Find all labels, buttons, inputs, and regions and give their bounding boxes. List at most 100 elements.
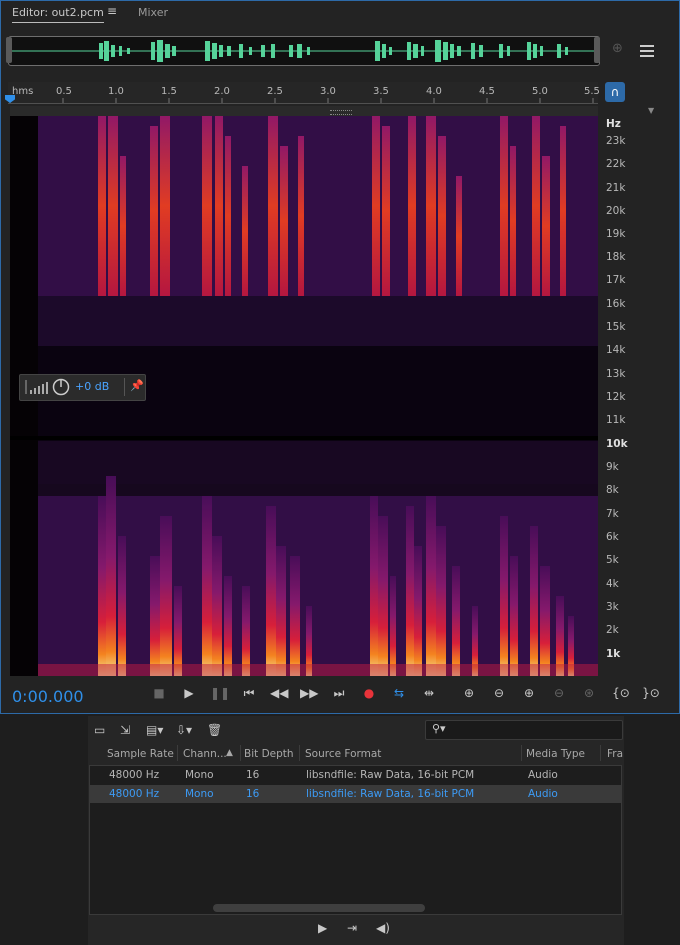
hz-label: 9k — [606, 461, 619, 473]
scrollbar-grip[interactable] — [330, 110, 352, 115]
hz-label: 23k — [606, 135, 626, 147]
table-row-selected[interactable]: 48000 Hz Mono 16 libsndfile: Raw Data, 1… — [90, 785, 621, 803]
loop-icon[interactable]: ⇥ — [347, 921, 357, 935]
scroll-arrow-icon[interactable]: ▼ — [648, 106, 654, 115]
auto-play-icon[interactable]: ◀) — [376, 921, 390, 935]
column-header[interactable]: Bit Depth — [244, 748, 294, 760]
zoom-out-amplitude-icon[interactable]: ⊖ — [490, 686, 508, 700]
hz-label: 17k — [606, 274, 626, 286]
pin-icon[interactable]: 📌 — [130, 379, 144, 392]
hz-label: 10k — [606, 438, 628, 450]
skip-forward-icon[interactable]: ⏭ — [330, 686, 348, 701]
hz-label: 4k — [606, 578, 619, 590]
zoom-in-amplitude-icon[interactable]: ⊕ — [460, 686, 478, 700]
table-row[interactable]: 48000 Hz Mono 16 libsndfile: Raw Data, 1… — [90, 766, 621, 784]
hz-label: 6k — [606, 531, 619, 543]
hz-label: 13k — [606, 368, 626, 380]
waveform-overview-graph — [9, 40, 599, 62]
zoom-in-selection-icon[interactable]: {⊙ — [612, 686, 630, 700]
tab-mixer[interactable]: Mixer — [138, 6, 168, 19]
time-ruler[interactable]: hms 0.5 1.0 1.5 2.0 2.5 3.0 3.5 4.0 4.5 … — [8, 82, 600, 104]
zoom-full-icon[interactable]: ⊛ — [580, 686, 598, 700]
cell-channels: Mono — [185, 769, 214, 781]
list-icon[interactable] — [640, 42, 654, 61]
tab-editor[interactable]: Editor: out2.pcm — [12, 6, 104, 23]
hz-label: 11k — [606, 414, 626, 426]
waveform-overview[interactable] — [8, 36, 600, 66]
hz-label: 20k — [606, 205, 626, 217]
snap-magnet-icon[interactable]: ∩ — [605, 82, 625, 102]
ruler-baseline — [8, 103, 598, 104]
zoom-out-time-icon[interactable]: ⊖ — [550, 686, 568, 700]
files-table[interactable]: 48000 Hz Mono 16 libsndfile: Raw Data, 1… — [89, 765, 622, 915]
column-header[interactable]: Source Format — [305, 748, 381, 760]
cell-sample-rate: 48000 Hz — [109, 788, 160, 800]
skip-back-icon[interactable]: ⏮ — [240, 686, 258, 701]
hz-label: 19k — [606, 228, 626, 240]
column-divider[interactable] — [521, 745, 522, 761]
stop-icon[interactable]: ■ — [150, 686, 168, 700]
hz-label: 16k — [606, 298, 626, 310]
hz-label: 3k — [606, 601, 619, 613]
zoom-in-time-icon[interactable]: ⊕ — [520, 686, 538, 700]
rewind-icon[interactable]: ◀◀ — [270, 686, 288, 700]
column-header[interactable]: Sample Rate — [107, 748, 174, 760]
cell-source-format: libsndfile: Raw Data, 16-bit PCM — [306, 769, 475, 781]
hz-label: 2k — [606, 624, 619, 636]
column-divider[interactable] — [600, 745, 601, 761]
hz-label: 22k — [606, 158, 626, 170]
zoom-icon[interactable]: ⊕ — [612, 41, 623, 56]
column-divider[interactable] — [299, 745, 300, 761]
zoom-out-selection-icon[interactable]: }⊙ — [642, 686, 660, 700]
gain-value[interactable]: +0 dB — [75, 380, 109, 393]
record-icon[interactable]: ● — [360, 686, 378, 700]
hz-label: 1k — [606, 648, 621, 660]
hud-gain-control[interactable]: +0 dB 📌 — [19, 374, 146, 401]
cell-sample-rate: 48000 Hz — [109, 769, 160, 781]
pause-icon[interactable]: ❚❚ — [210, 686, 230, 700]
tab-menu-icon[interactable]: ≡ — [107, 4, 117, 18]
horizontal-scrollbar[interactable] — [213, 904, 425, 912]
cell-bit-depth: 16 — [246, 769, 260, 781]
trash-icon[interactable]: 🗑 — [207, 723, 222, 737]
sort-arrow-icon[interactable]: ▲ — [226, 748, 233, 758]
hz-label: 12k — [606, 391, 626, 403]
insert-icon[interactable]: ▤▾ — [146, 723, 163, 737]
column-divider[interactable] — [240, 745, 241, 761]
hz-label: 5k — [606, 554, 619, 566]
hz-label: 18k — [606, 251, 626, 263]
signal-bars-icon — [25, 380, 48, 394]
cell-media-type: Audio — [528, 769, 558, 781]
search-input[interactable]: ⚲▾ — [425, 720, 623, 740]
hz-label: 8k — [606, 484, 619, 496]
cell-channels: Mono — [185, 788, 214, 800]
play-icon[interactable]: ▶ — [180, 686, 198, 700]
hud-divider — [124, 378, 125, 396]
gain-knob-icon[interactable] — [52, 378, 70, 396]
hz-label: 21k — [606, 182, 626, 194]
frequency-axis: Hz 23k 22k 21k 20k 19k 18k 17k 16k 15k 1… — [600, 116, 670, 676]
column-divider[interactable] — [177, 745, 178, 761]
column-header[interactable]: Chann... — [183, 748, 227, 760]
cell-source-format: libsndfile: Raw Data, 16-bit PCM — [306, 788, 475, 800]
export-icon[interactable]: ⇩▾ — [176, 723, 192, 737]
hz-label: 7k — [606, 508, 619, 520]
hz-unit: Hz — [606, 118, 621, 130]
spectral-scrollbar[interactable] — [10, 106, 598, 116]
hz-label: 15k — [606, 321, 626, 333]
column-header[interactable]: Fra — [607, 748, 623, 760]
play-icon[interactable]: ▶ — [318, 921, 327, 935]
hz-label: 14k — [606, 344, 626, 356]
search-icon: ⚲▾ — [432, 722, 446, 735]
cell-bit-depth: 16 — [246, 788, 260, 800]
skip-selection-icon[interactable]: ⇹ — [420, 686, 438, 700]
fast-forward-icon[interactable]: ▶▶ — [300, 686, 318, 700]
folder-icon[interactable]: ▭ — [94, 723, 105, 737]
overview-handle-right[interactable] — [594, 37, 600, 63]
import-icon[interactable]: ⇲ — [120, 723, 130, 737]
time-display[interactable]: 0:00.000 — [12, 687, 84, 706]
cell-media-type: Audio — [528, 788, 558, 800]
overview-handle-left[interactable] — [6, 37, 12, 63]
column-header[interactable]: Media Type — [526, 748, 585, 760]
loop-icon[interactable]: ⇆ — [390, 686, 408, 700]
